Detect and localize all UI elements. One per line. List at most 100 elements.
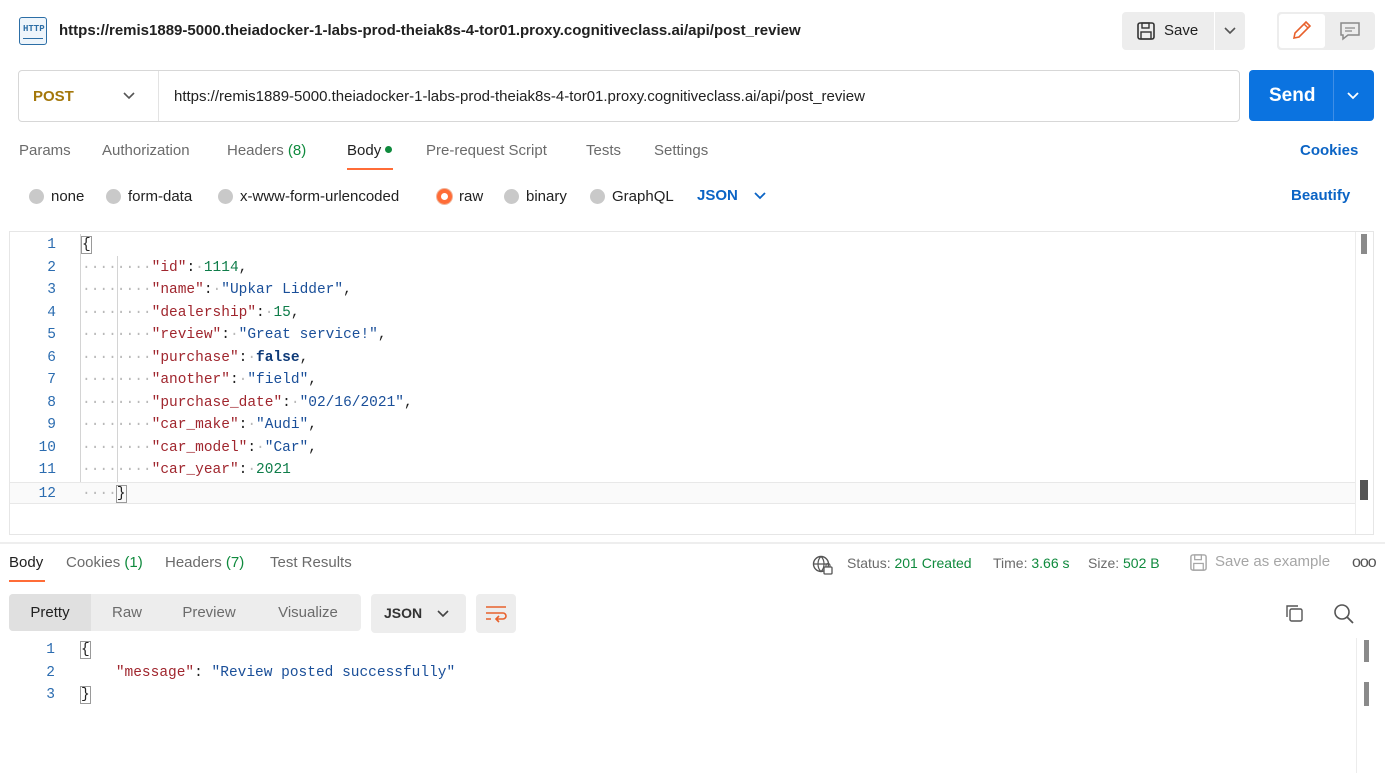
comment-icon xyxy=(1340,22,1360,41)
view-mode-toggle xyxy=(1277,12,1375,50)
tab-params[interactable]: Params xyxy=(19,142,71,159)
response-tab-headers[interactable]: Headers (7) xyxy=(165,554,244,571)
tab-tests[interactable]: Tests xyxy=(586,142,621,159)
line-number: 10 xyxy=(38,439,56,456)
send-button[interactable]: Send xyxy=(1249,70,1374,121)
search-icon[interactable] xyxy=(1333,603,1355,625)
json-key: "name" xyxy=(151,282,204,298)
edit-mode-button[interactable] xyxy=(1279,14,1325,48)
method-select[interactable]: POST xyxy=(19,71,159,121)
request-body-editor[interactable]: 1{ 2 ········"id":·1114, 3 ········"name":·"… xyxy=(9,231,1374,535)
line-number: 2 xyxy=(47,259,56,276)
code-text: ········"another":·"field", xyxy=(82,372,317,388)
chevron-down-icon xyxy=(123,92,135,100)
view-preview[interactable]: Preview xyxy=(163,594,255,631)
view-visualize[interactable]: Visualize xyxy=(255,594,361,631)
code-text: ········"car_make":·"Audi", xyxy=(82,417,317,433)
comments-mode-button[interactable] xyxy=(1327,14,1373,48)
method-label: POST xyxy=(33,88,74,105)
response-status[interactable]: Status: 201 Created xyxy=(847,555,972,571)
code-text: ····} xyxy=(82,484,127,503)
code-line: 7 ········"another":·"field", xyxy=(10,369,1355,391)
pane-divider[interactable] xyxy=(0,542,1385,544)
beautify-button[interactable]: Beautify xyxy=(1291,187,1350,204)
json-value: 15 xyxy=(273,304,291,321)
response-time[interactable]: Time: 3.66 s xyxy=(993,555,1070,571)
copy-icon[interactable] xyxy=(1284,603,1304,623)
url-input[interactable]: https://remis1889-5000.theiadocker-1-lab… xyxy=(174,88,865,105)
response-tab-test-results[interactable]: Test Results xyxy=(270,554,352,571)
body-type-options: none form-data x-www-form-urlencoded raw… xyxy=(0,183,1398,211)
chevron-down-icon xyxy=(1224,27,1236,35)
view-pretty[interactable]: Pretty xyxy=(9,594,91,631)
tab-settings[interactable]: Settings xyxy=(654,142,708,159)
more-options-icon[interactable]: ooo xyxy=(1352,554,1377,572)
line-number: 5 xyxy=(47,327,56,343)
code-line: 3} xyxy=(9,684,1349,706)
code-text: ········"name":·"Upkar Lidder", xyxy=(82,282,352,298)
line-number: 11 xyxy=(38,462,56,478)
headers-count: (8) xyxy=(287,142,307,159)
view-raw[interactable]: Raw xyxy=(91,594,163,631)
code-text: ········"car_year":·2021 xyxy=(82,462,291,478)
response-view-mode: Pretty Raw Preview Visualize xyxy=(9,594,361,631)
cookies-link[interactable]: Cookies xyxy=(1300,142,1358,159)
tab-body[interactable]: Body xyxy=(347,142,393,159)
json-value: "Car" xyxy=(264,439,309,456)
response-language-select[interactable]: JSON xyxy=(371,594,466,633)
code-line: 10 ········"car_model":·"Car", xyxy=(10,437,1355,459)
chevron-down-icon xyxy=(437,610,449,618)
editor-scrollbar[interactable] xyxy=(1355,232,1373,534)
response-size[interactable]: Size: 502 B xyxy=(1088,555,1160,571)
active-tab-indicator xyxy=(347,168,393,170)
tab-headers[interactable]: Headers (8) xyxy=(227,142,306,159)
json-value: "Audi" xyxy=(256,417,309,433)
json-key: "car_year" xyxy=(151,462,239,478)
pencil-icon xyxy=(1292,20,1312,40)
response-scrollbar[interactable] xyxy=(1356,638,1374,773)
response-body-viewer[interactable]: 1{ 2 "message": "Review posted successful… xyxy=(9,638,1374,773)
response-tab-cookies[interactable]: Cookies (1) xyxy=(66,554,143,571)
code-line: 3 ········"name":·"Upkar Lidder", xyxy=(10,279,1355,301)
body-language-select[interactable]: JSON xyxy=(697,187,766,204)
json-value: 1114 xyxy=(203,259,239,276)
save-options-button[interactable] xyxy=(1215,12,1245,50)
line-number: 3 xyxy=(47,282,56,298)
save-icon xyxy=(1137,22,1155,40)
line-number: 3 xyxy=(46,687,55,703)
json-value: false xyxy=(256,349,300,366)
json-key: "purchase_date" xyxy=(151,394,283,411)
line-number: 7 xyxy=(47,372,56,388)
save-button[interactable]: Save xyxy=(1122,12,1214,50)
line-number: 8 xyxy=(47,394,56,411)
json-key: "dealership" xyxy=(151,304,257,321)
tab-pre-request-script[interactable]: Pre-request Script xyxy=(426,142,547,159)
request-tabs: Params Authorization Headers (8) Body Pr… xyxy=(0,138,1398,172)
code-text: { xyxy=(80,641,91,659)
line-number: 1 xyxy=(47,237,56,253)
tab-authorization[interactable]: Authorization xyxy=(102,142,190,159)
code-text: ········"car_model":·"Car", xyxy=(82,439,317,456)
chevron-down-icon xyxy=(754,192,766,200)
request-header: HTTP https://remis1889-5000.theiadocker-… xyxy=(0,0,1398,62)
wrap-lines-button[interactable] xyxy=(476,594,516,633)
request-title-url[interactable]: https://remis1889-5000.theiadocker-1-lab… xyxy=(59,22,801,39)
code-text: ········"review":·"Great service!", xyxy=(82,327,387,343)
json-value: "Great service!" xyxy=(238,327,378,343)
line-number: 9 xyxy=(47,417,56,433)
json-value: 2021 xyxy=(256,462,291,478)
code-text: ········"id":·1114, xyxy=(82,259,248,276)
globe-lock-icon[interactable] xyxy=(812,555,834,577)
code-line: 1{ xyxy=(9,639,1349,661)
json-key: "id" xyxy=(151,259,187,276)
chevron-down-icon[interactable] xyxy=(1346,89,1360,103)
line-number: 2 xyxy=(46,664,55,681)
body-indicator-dot xyxy=(385,146,393,153)
json-key: "car_make" xyxy=(151,417,239,433)
response-tab-body[interactable]: Body xyxy=(9,554,43,571)
code-line: 1{ xyxy=(10,234,1355,256)
json-key: "message" xyxy=(115,664,195,681)
http-request-icon: HTTP xyxy=(19,17,47,45)
code-text: "message": "Review posted successfully" xyxy=(115,664,456,681)
code-text: ········"purchase":·false, xyxy=(82,349,309,366)
